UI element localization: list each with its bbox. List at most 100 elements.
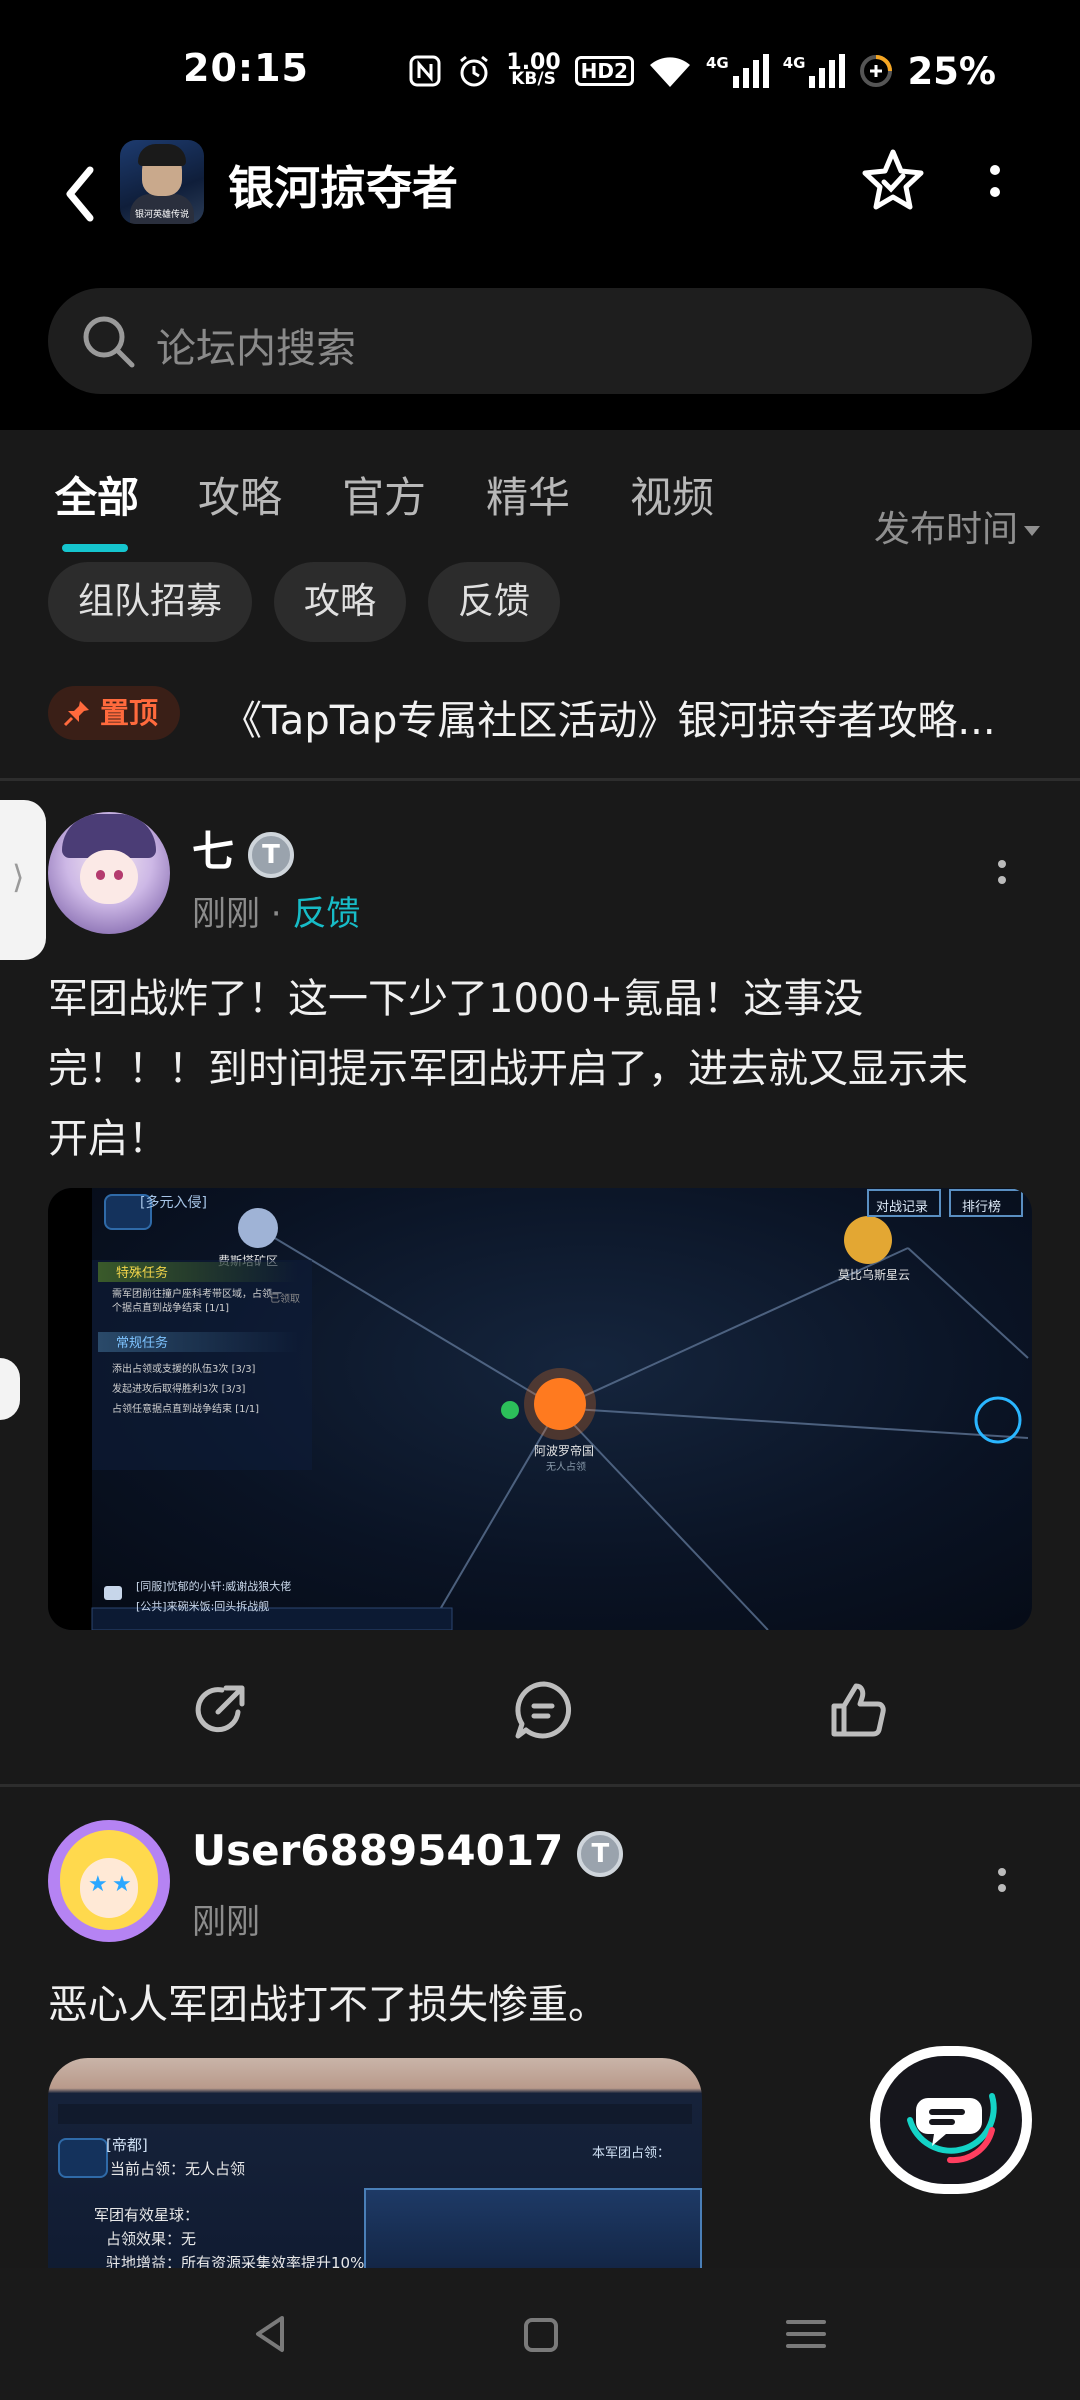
forum-header: 银河英雄传说 银河掠夺者 xyxy=(0,140,1080,290)
app-icon[interactable]: 银河英雄传说 xyxy=(120,140,204,224)
more-options-button[interactable] xyxy=(980,146,1010,216)
chat-line: [同服]忧郁的小轩:威谢战狼大佬 xyxy=(136,1580,292,1593)
game-legion-label: 本军团占领： xyxy=(592,2146,671,2161)
game-location: [帝都] xyxy=(106,2136,148,2154)
pinned-badge: 置顶 xyxy=(48,686,180,740)
game-mode-label: [多元入侵] xyxy=(140,1195,207,1211)
tab-official[interactable]: 官方 xyxy=(342,464,426,525)
post-more-icon[interactable] xyxy=(992,854,1012,894)
post-body-line: 开启！ xyxy=(48,1116,168,1162)
sort-label: 发布时间 xyxy=(873,509,1018,550)
active-tab-indicator xyxy=(62,544,128,552)
tab-featured[interactable]: 精华 xyxy=(486,464,570,525)
divider xyxy=(0,778,1080,781)
pin-icon xyxy=(63,701,89,727)
game-text: 占领效果：无 xyxy=(106,2230,197,2248)
tab-guides[interactable]: 攻略 xyxy=(198,464,282,525)
like-button[interactable] xyxy=(826,1678,890,1742)
chip-guides[interactable]: 攻略 xyxy=(274,562,407,642)
task-progress: [1/1] xyxy=(205,1303,230,1314)
pinned-badge-label: 置顶 xyxy=(100,696,159,730)
share-button[interactable] xyxy=(188,1678,252,1742)
post-meta: 刚刚 · 反馈 xyxy=(192,894,361,934)
game-text: 军团有效星球： xyxy=(94,2206,200,2224)
net-speed-unit: KB/S xyxy=(511,69,556,89)
post-time: 刚刚 xyxy=(192,1902,260,1942)
task-progress: [3/3] xyxy=(231,1364,256,1375)
battery-icon xyxy=(860,55,893,87)
status-bar: 20:15 1.00 KB/S HD2 4G 4G 25% xyxy=(0,0,1080,140)
planet-label: 莫比乌斯星云 xyxy=(838,1268,911,1282)
task-progress: [3/3] xyxy=(221,1384,246,1395)
tag-chips: 组队招募 攻略 反馈 xyxy=(48,562,561,642)
task-item: 需军团前往撞户座科考带区域，占领一个据点直到战争结束 [1/1] xyxy=(112,1288,282,1316)
pinned-post[interactable]: 置顶 《TapTap专属社区活动》银河掠夺者攻略... xyxy=(48,684,1048,744)
chip-feedback[interactable]: 反馈 xyxy=(428,562,561,642)
chat-fab-button[interactable] xyxy=(870,2046,1032,2194)
task-text: 需军团前往撞户座科考带区域，占领一个据点直到战争结束 xyxy=(112,1289,282,1314)
verified-badge-icon: T xyxy=(248,831,295,878)
system-nav-bar xyxy=(0,2268,1080,2400)
task-text: 添出占领或支援的队伍3次 xyxy=(112,1364,229,1375)
tab-all[interactable]: 全部 xyxy=(55,464,139,525)
nav-recents-icon[interactable] xyxy=(776,2304,836,2364)
search-icon xyxy=(83,316,135,368)
tab-bar: 全部 攻略 官方 精华 视频 发布时间 xyxy=(0,464,1080,552)
divider xyxy=(0,1784,1080,1787)
chevron-left-icon xyxy=(66,166,94,222)
forum-title: 银河掠夺者 xyxy=(228,161,458,215)
post-category[interactable]: 反馈 xyxy=(292,894,360,934)
nav-back-icon[interactable] xyxy=(242,2304,302,2364)
app-icon-caption: 银河英雄传说 xyxy=(134,210,189,220)
signal-label-1: 4G xyxy=(705,54,729,72)
tab-videos[interactable]: 视频 xyxy=(630,464,714,525)
search-placeholder: 论坛内搜索 xyxy=(156,326,356,372)
task-item: 添出占领或支援的队伍3次 [3/3] xyxy=(112,1360,255,1375)
sort-dropdown[interactable]: 发布时间 xyxy=(874,500,1040,552)
task-item: 发起进攻后取得胜利3次 [3/3] xyxy=(112,1380,245,1395)
post-author[interactable]: 七T xyxy=(192,818,295,879)
planet-label: 阿波罗帝国 xyxy=(534,1444,595,1458)
game-topbar xyxy=(58,2104,692,2124)
search-input[interactable]: 论坛内搜索 xyxy=(48,288,1032,394)
task-text: 发起进攻后取得胜利3次 xyxy=(112,1384,219,1395)
post-meta: 刚刚 xyxy=(192,1894,260,1943)
post-image[interactable]: [多元入侵] 对战记录 排行榜 费斯塔矿区 莫比乌斯星云 阿波罗帝国 无人占领 … xyxy=(48,1188,1032,1630)
comment-button[interactable] xyxy=(512,1678,576,1742)
battery-percent: 25% xyxy=(907,49,996,93)
favorite-button[interactable] xyxy=(858,146,928,216)
net-speed: 1.00 KB/S xyxy=(506,52,560,89)
alarm-icon xyxy=(460,55,489,87)
post-body: 军团战炸了！这一下少了1000+氪晶！这事没 完！！！到时间提示军团战开启了，进… xyxy=(48,964,1038,1174)
post-actions xyxy=(0,1678,1080,1758)
forum-content: 全部 攻略 官方 精华 视频 发布时间 组队招募 攻略 反馈 置顶 《TapTa… xyxy=(0,430,1080,2310)
post-more-icon[interactable] xyxy=(992,1862,1012,1902)
task-item: 占领任意据点直到战争结束 [1/1] xyxy=(112,1400,259,1415)
post-time: 刚刚 xyxy=(192,894,260,934)
pinned-title: 《TapTap专属社区活动》银河掠夺者攻略... xyxy=(222,698,996,744)
post-body-line: 完！！！到时间提示军团战开启了，进去就又显示未 xyxy=(48,1046,968,1092)
signal-4g-icon-2: 4G xyxy=(783,54,846,88)
game-back-icon xyxy=(58,2138,108,2178)
wifi-icon xyxy=(649,57,690,87)
chip-team-recruit[interactable]: 组队招募 xyxy=(48,562,253,642)
post-author[interactable]: User688954017 T xyxy=(192,1826,624,1877)
status-time: 20:15 xyxy=(183,46,309,90)
nfc-icon xyxy=(409,55,441,87)
task-section-title: 特殊任务 xyxy=(98,1262,298,1282)
game-records-button: 对战记录 xyxy=(876,1200,929,1215)
verified-badge-icon: T xyxy=(577,1830,624,1877)
chat-line: [公共]来碗米饭:回头拆战舰 xyxy=(136,1600,270,1613)
post-author-name: 七 xyxy=(192,827,235,876)
hd-voice-icon: HD2 xyxy=(574,56,634,86)
avatar[interactable] xyxy=(48,812,170,934)
task-progress: [1/1] xyxy=(235,1404,260,1415)
game-occupy: 当前占领：无人占领 xyxy=(110,2160,246,2178)
nav-home-icon[interactable] xyxy=(510,2304,570,2364)
caret-down-icon xyxy=(1024,526,1040,536)
back-button[interactable] xyxy=(56,154,106,234)
signal-4g-icon: 4G xyxy=(706,54,769,88)
post-body-line: 军团战炸了！这一下少了1000+氪晶！这事没 xyxy=(48,976,864,1022)
avatar[interactable]: ★ ★ xyxy=(48,1820,170,1942)
side-panel-handle[interactable]: ⟩ xyxy=(0,800,46,960)
